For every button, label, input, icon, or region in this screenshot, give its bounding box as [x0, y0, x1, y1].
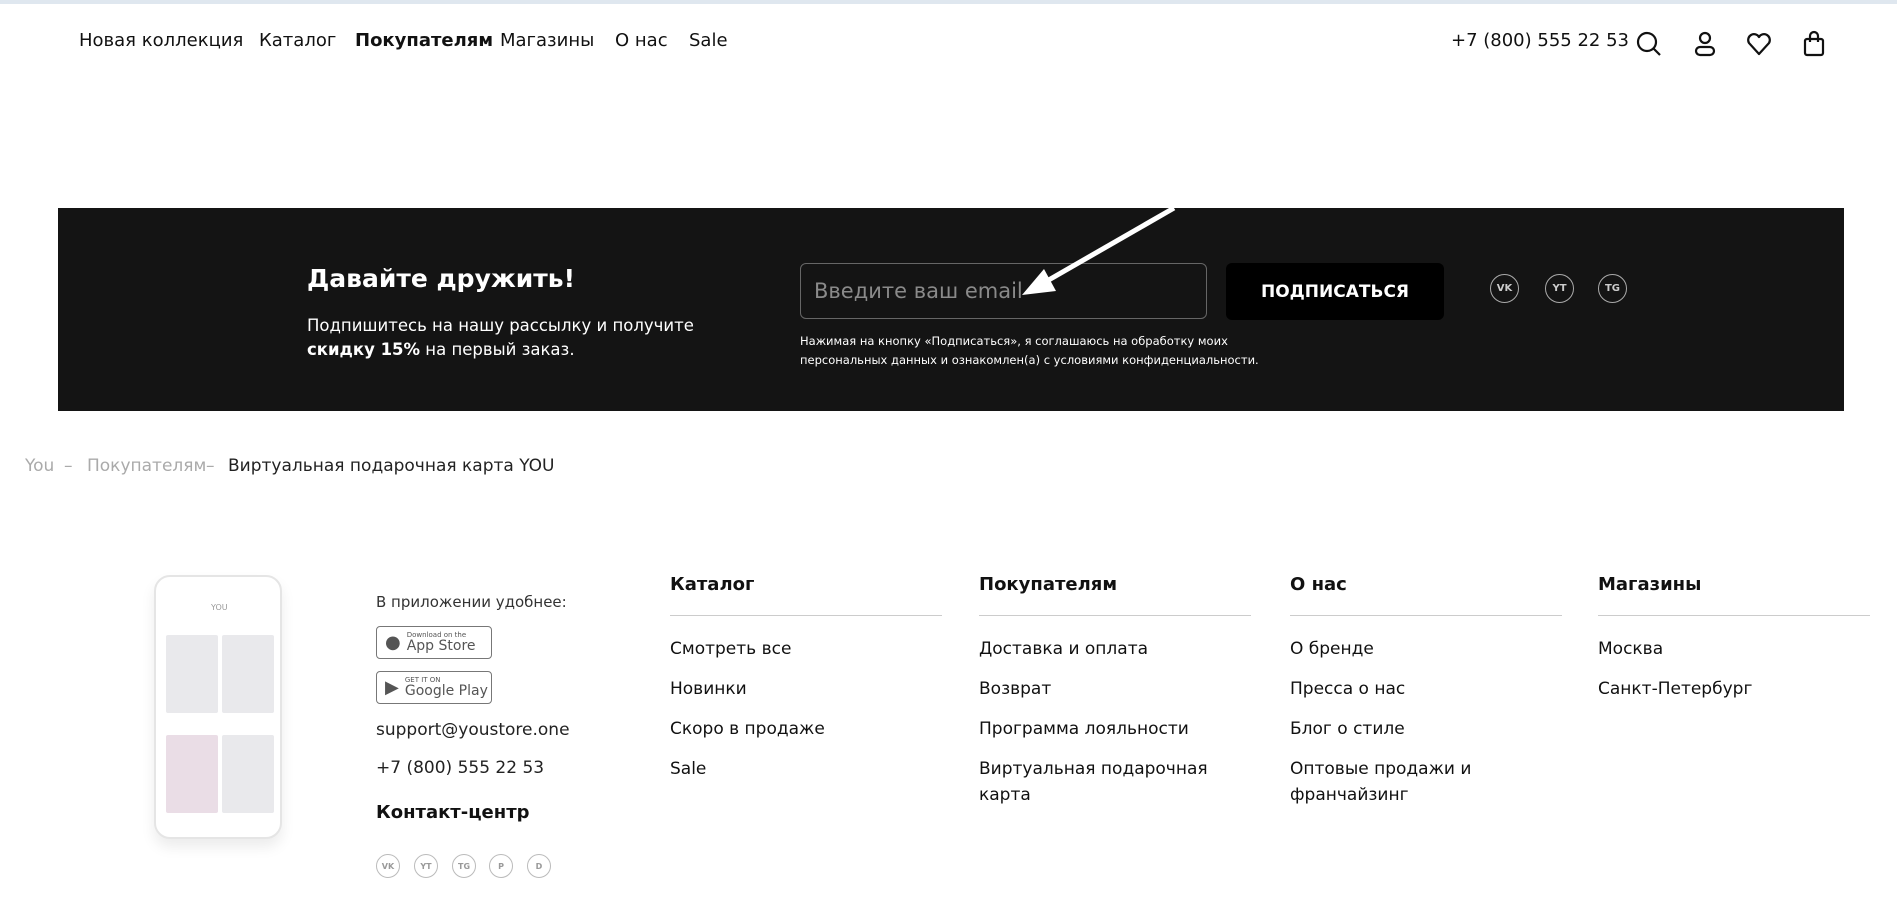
consent-text: Нажимая на кнопку «Подписаться», я согла…: [800, 332, 1259, 370]
column-title: Каталог: [670, 574, 755, 595]
support-email[interactable]: support@youstore.one: [376, 720, 570, 740]
breadcrumb-separator: –: [64, 456, 73, 476]
divider: [670, 615, 942, 616]
search-icon[interactable]: [1635, 30, 1663, 58]
nav-new-collection[interactable]: Новая коллекция: [79, 30, 243, 51]
footer-column-customers: Покупателям Доставка и оплата Возврат Прог…: [979, 574, 1251, 822]
column-title: О нас: [1290, 574, 1347, 595]
app-text: В приложении удобнее:: [376, 593, 567, 611]
telegram-icon[interactable]: TG: [452, 854, 476, 878]
breadcrumb-current: Виртуальная подарочная карта YOU: [228, 456, 555, 476]
footer-link[interactable]: Блог о стиле: [1290, 716, 1562, 742]
divider: [1290, 615, 1562, 616]
footer-link[interactable]: Программа лояльности: [979, 716, 1251, 742]
vk-icon[interactable]: VK: [376, 854, 400, 878]
play-icon: ▶: [385, 677, 399, 698]
header-phone[interactable]: +7 (800) 555 22 53: [1451, 30, 1629, 51]
nav-stores[interactable]: Магазины: [500, 30, 594, 51]
footer-link[interactable]: Sale: [670, 756, 942, 782]
vk-icon[interactable]: VK: [1490, 274, 1519, 303]
nav-sale[interactable]: Sale: [689, 30, 728, 51]
google-play-badge[interactable]: ▶ GET IT ON Google Play: [376, 671, 492, 704]
footer-column-stores: Магазины Москва Санкт-Петербург: [1598, 574, 1870, 716]
subscribe-text-line: Подпишитесь на нашу рассылку и получите: [307, 316, 694, 335]
footer-link[interactable]: Новинки: [670, 676, 942, 702]
dzen-icon[interactable]: D: [527, 854, 551, 878]
contact-center-title: Контакт-центр: [376, 802, 530, 823]
bag-icon[interactable]: [1800, 30, 1828, 58]
divider: [979, 615, 1251, 616]
footer-link[interactable]: Санкт-Петербург: [1598, 676, 1870, 702]
divider: [1598, 615, 1870, 616]
discount-text: скидку 15%: [307, 340, 421, 359]
subscribe-text-rest: на первый заказ.: [420, 340, 575, 359]
youtube-icon[interactable]: YT: [1545, 274, 1574, 303]
consent-line: Нажимая на кнопку «Подписаться», я согла…: [800, 334, 1228, 348]
footer-phone[interactable]: +7 (800) 555 22 53: [376, 758, 544, 778]
nav-catalog[interactable]: Каталог: [259, 30, 336, 51]
footer-link[interactable]: Пресса о нас: [1290, 676, 1562, 702]
breadcrumb-customers[interactable]: Покупателям: [87, 456, 206, 476]
badge-big: Google Play: [404, 683, 488, 699]
column-title: Магазины: [1598, 574, 1702, 595]
telegram-icon[interactable]: TG: [1598, 274, 1627, 303]
user-icon[interactable]: [1691, 30, 1719, 58]
subscribe-banner: Давайте дружить! Подпишитесь на нашу рас…: [58, 208, 1844, 411]
pinterest-icon[interactable]: P: [489, 854, 513, 878]
footer-link[interactable]: О бренде: [1290, 636, 1562, 662]
footer-link[interactable]: Смотреть все: [670, 636, 942, 662]
subscribe-title: Давайте дружить!: [307, 264, 575, 293]
apple-icon: ●: [385, 632, 401, 653]
subscribe-text: Подпишитесь на нашу рассылку и получите с…: [307, 314, 694, 362]
footer-column-about: О нас О бренде Пресса о нас Блог о стиле Оп…: [1290, 574, 1562, 822]
footer-link[interactable]: Доставка и оплата: [979, 636, 1251, 662]
heart-icon[interactable]: [1745, 30, 1773, 58]
footer-link[interactable]: Виртуальная подарочная карта: [979, 756, 1251, 808]
app-store-badge[interactable]: ● Download on the App Store: [376, 626, 492, 659]
footer-column-catalog: Каталог Смотреть все Новинки Скоро в прода…: [670, 574, 942, 796]
app-phone-image: YOU: [154, 575, 282, 839]
badge-big: App Store: [406, 638, 476, 654]
breadcrumb-home[interactable]: You: [25, 456, 54, 476]
consent-line: персональных данных и ознакомлен(а) с ус…: [800, 353, 1259, 367]
arrow-annotation-icon: [1022, 205, 1176, 295]
nav-about[interactable]: О нас: [615, 30, 668, 51]
subscribe-button[interactable]: ПОДПИСАТЬСЯ: [1226, 263, 1444, 320]
footer-link[interactable]: Возврат: [979, 676, 1251, 702]
breadcrumb-separator: –: [206, 456, 215, 476]
column-title: Покупателям: [979, 574, 1118, 595]
footer-link[interactable]: Москва: [1598, 636, 1870, 662]
footer-link[interactable]: Оптовые продажи и франчайзинг: [1290, 756, 1480, 808]
footer-link[interactable]: Скоро в продаже: [670, 716, 942, 742]
youtube-icon[interactable]: YT: [414, 854, 438, 878]
nav-customers[interactable]: Покупателям: [355, 30, 493, 51]
